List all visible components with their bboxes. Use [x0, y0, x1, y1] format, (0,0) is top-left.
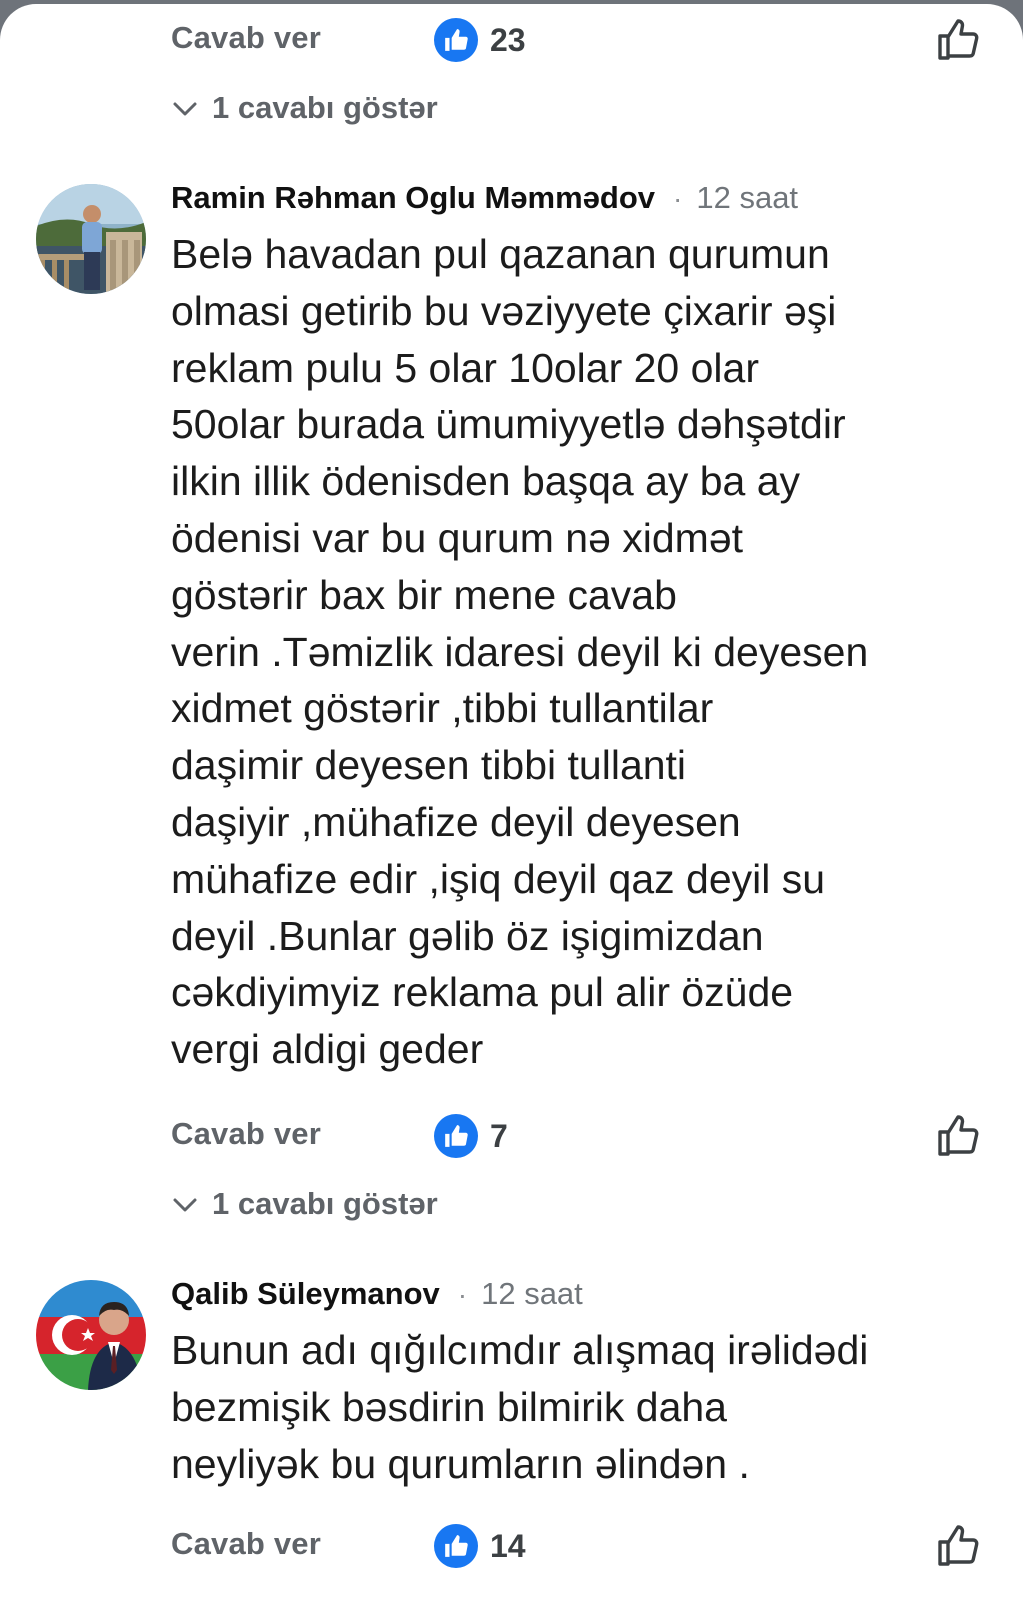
like-reaction-icon: [434, 18, 478, 62]
bottom-edge: [0, 1592, 1023, 1600]
show-replies-label: 1 cavabı göstər: [212, 1186, 438, 1221]
comment-meta: Ramin Rəhman Oglu Məmmədov · 12 saat: [171, 180, 798, 216]
separator-dot: ·: [673, 183, 683, 214]
comment-author[interactable]: Qalib Süleymanov: [171, 1276, 440, 1312]
reply-button[interactable]: Cavab ver: [171, 1526, 321, 1562]
reaction-summary[interactable]: 23: [434, 16, 526, 64]
chevron-down-icon: [173, 102, 197, 116]
reply-button[interactable]: Cavab ver: [171, 20, 321, 56]
thumbs-up-outline-icon[interactable]: [934, 16, 982, 64]
separator-dot: ·: [457, 1279, 468, 1310]
avatar[interactable]: [36, 1280, 146, 1390]
chevron-down-icon: [173, 1198, 197, 1212]
show-replies-label: 1 cavabı göstər: [212, 90, 438, 125]
thumbs-up-outline-icon[interactable]: [934, 1112, 982, 1160]
comment-author[interactable]: Ramin Rəhman Oglu Məmmədov: [171, 180, 655, 216]
like-reaction-icon: [434, 1114, 478, 1158]
like-count: 14: [490, 1527, 526, 1564]
comment-time[interactable]: 12 saat: [696, 180, 798, 216]
comment-actions: Cavab ver 7: [0, 1112, 1023, 1172]
reaction-summary[interactable]: 14: [434, 1522, 526, 1570]
comment-time[interactable]: 12 saat: [481, 1276, 583, 1312]
avatar[interactable]: [36, 184, 146, 294]
comment-meta: Qalib Süleymanov · 12 saat: [171, 1276, 583, 1312]
show-replies-link[interactable]: 1 cavabı göstər: [172, 1182, 438, 1226]
like-count: 7: [490, 1117, 508, 1154]
comment-actions: Cavab ver 14: [0, 1522, 1023, 1582]
like-count: 23: [490, 21, 526, 58]
thumbs-up-outline-icon[interactable]: [934, 1522, 982, 1570]
comments-sheet: Cavab ver 23 1 cavabı göstər Ramin Rəhma…: [0, 4, 1023, 1600]
comment-text: Bunun adı qığılcımdır alışmaq irəlidədi …: [171, 1327, 869, 1487]
show-replies-link[interactable]: 1 cavabı göstər: [172, 86, 438, 130]
reaction-summary[interactable]: 7: [434, 1112, 508, 1160]
like-reaction-icon: [434, 1524, 478, 1568]
comment-actions-previous: Cavab ver 23: [0, 16, 1023, 76]
reply-button[interactable]: Cavab ver: [171, 1116, 321, 1152]
comment-text: Belə havadan pul qazanan qurumun olmasi …: [171, 231, 869, 1073]
